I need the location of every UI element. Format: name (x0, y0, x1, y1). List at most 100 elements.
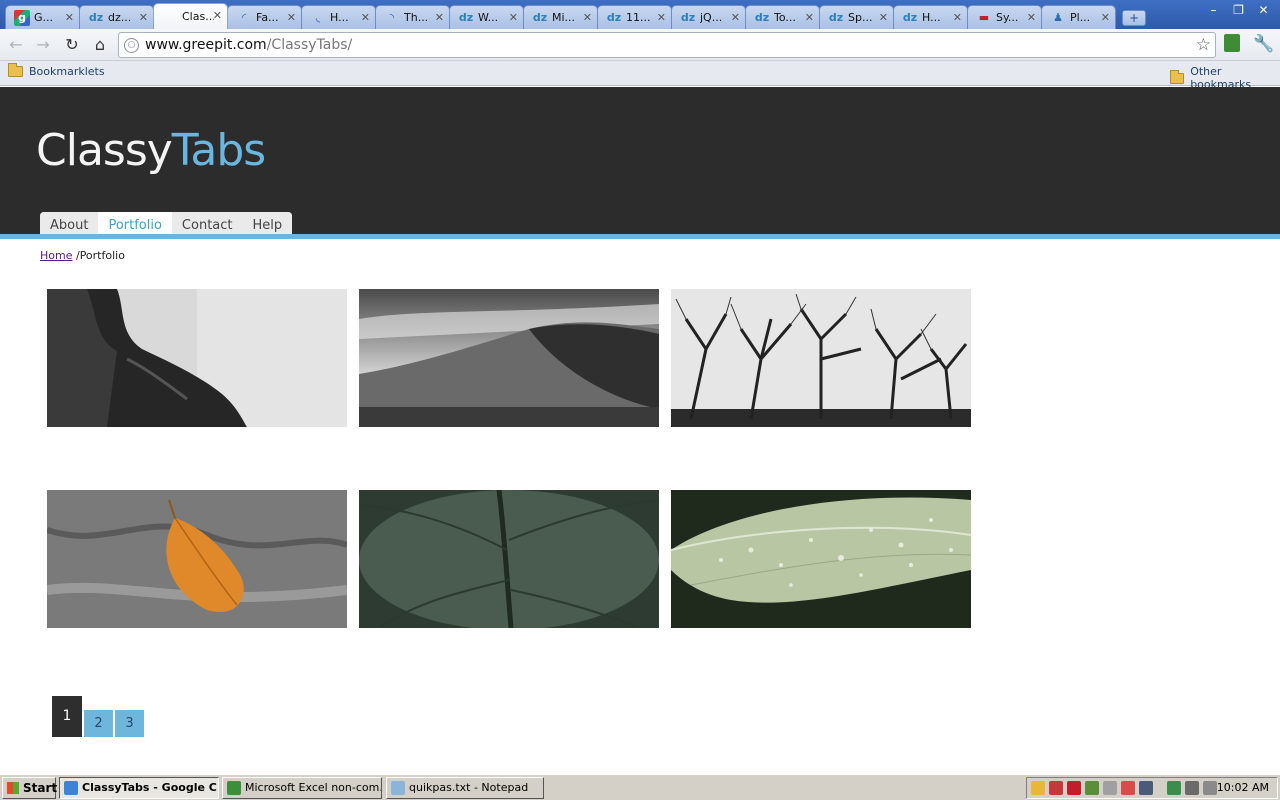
tab-title: jQ... (700, 11, 723, 24)
taskbar-window-button[interactable]: Microsoft Excel non-com... (222, 777, 382, 799)
tab-close-icon[interactable]: ✕ (509, 11, 518, 24)
page-1-button[interactable]: 1 (52, 696, 82, 737)
portfolio-thumb-trees[interactable] (671, 289, 971, 427)
browser-tab[interactable]: ◟ H... ✕ (301, 5, 376, 29)
app-icon (227, 781, 241, 795)
bookmark-star-icon[interactable]: ☆ (1196, 35, 1211, 55)
taskbar-window-button[interactable]: ClassyTabs - Google C... (59, 777, 219, 799)
bookmark-folder-bookmarklets[interactable]: Bookmarklets (8, 63, 105, 78)
tab-close-icon[interactable]: ✕ (361, 11, 370, 24)
dzone-icon: dz (754, 11, 770, 24)
browser-tab[interactable]: dz H... ✕ (893, 5, 968, 29)
dzone-icon: dz (680, 11, 696, 24)
start-button[interactable]: Start (2, 777, 57, 799)
page-2-button[interactable]: 2 (84, 710, 113, 737)
wrench-menu-icon[interactable]: 🔧 (1253, 34, 1274, 54)
tab-close-icon[interactable]: ✕ (879, 11, 888, 24)
browser-tab[interactable]: ▬ Sy... ✕ (967, 5, 1042, 29)
tab-close-icon[interactable]: ✕ (1027, 11, 1036, 24)
tab-title: H... (922, 11, 941, 24)
tab-title: G... (34, 11, 54, 24)
browser-tab[interactable]: dz Sp... ✕ (819, 5, 894, 29)
tab-title: Pl... (1070, 11, 1091, 24)
tab-close-icon[interactable]: ✕ (1101, 11, 1110, 24)
tray-app-icon[interactable] (1167, 781, 1181, 795)
extension-icon[interactable] (1224, 34, 1240, 52)
back-button[interactable]: ← (5, 34, 27, 56)
page-3-button[interactable]: 3 (115, 710, 144, 737)
browser-tab[interactable]: ◝ Th... ✕ (375, 5, 450, 29)
logo-text-blue: Tabs (171, 125, 266, 176)
minimize-icon[interactable]: – (1201, 1, 1226, 19)
browser-tab[interactable]: g G... ✕ (5, 5, 80, 29)
taskbar-window-button[interactable]: quikpas.txt - Notepad (386, 777, 544, 799)
browser-tab[interactable]: dz W... ✕ (449, 5, 524, 29)
window-controls: – ❐ ✕ (1201, 1, 1276, 19)
portfolio-thumb-wet-leaf[interactable] (671, 490, 971, 628)
breadcrumb: Home /Portfolio (40, 249, 125, 262)
tab-title: 11... (626, 11, 651, 24)
browser-tab[interactable]: dz Mi... ✕ (523, 5, 598, 29)
tab-title: dz... (108, 11, 132, 24)
address-bar[interactable]: ○ www.greepit.com/ClassyTabs/ ☆ (118, 32, 1216, 58)
tab-close-icon[interactable]: ✕ (435, 11, 444, 24)
close-window-icon[interactable]: ✕ (1251, 1, 1276, 19)
tab-close-icon[interactable]: ✕ (657, 11, 666, 24)
folder-icon (8, 63, 23, 77)
breadcrumb-current: /Portfolio (75, 249, 125, 262)
breadcrumb-home-link[interactable]: Home (40, 249, 72, 262)
dzone-icon: dz (88, 11, 104, 24)
new-tab-button[interactable]: + (1122, 10, 1146, 26)
tab-title: Sy... (996, 11, 1019, 24)
browser-tab[interactable]: dz 11... ✕ (597, 5, 672, 29)
tray-app-icon[interactable] (1103, 781, 1117, 795)
browser-tab[interactable]: dz dz... ✕ (79, 5, 154, 29)
home-button[interactable]: ⌂ (89, 34, 111, 56)
tab-title: Mi... (552, 11, 576, 24)
tab-close-icon[interactable]: ✕ (731, 11, 740, 24)
browser-tab[interactable]: ◜ Fa... ✕ (227, 5, 302, 29)
restore-icon[interactable]: ❐ (1226, 1, 1251, 19)
tray-monitor-icon[interactable] (1139, 781, 1153, 795)
pagination: 123 (52, 696, 146, 737)
tray-app-icon[interactable] (1049, 781, 1063, 795)
browser-tab-strip: g G... ✕ dz dz... ✕ Clas... ✕ ◜ Fa... ✕ ◟ H... ✕ ◝ Th..… (0, 0, 1280, 29)
tab-close-icon[interactable]: ✕ (213, 9, 222, 22)
system-tray: 10:02 AM (1026, 777, 1278, 799)
tab-close-icon[interactable]: ✕ (805, 11, 814, 24)
forward-button[interactable]: → (32, 34, 54, 56)
portfolio-thumb-statue[interactable] (47, 289, 347, 427)
dzone-icon: dz (606, 11, 622, 24)
tray-app-icon[interactable] (1031, 781, 1045, 795)
logo-text-white: Classy (36, 125, 173, 176)
reload-button[interactable]: ↻ (61, 34, 83, 56)
browser-tab[interactable]: dz To... ✕ (745, 5, 820, 29)
portfolio-thumb-hills[interactable] (359, 289, 659, 427)
tab-title: To... (774, 11, 796, 24)
tray-network-icon[interactable] (1185, 781, 1199, 795)
tab-close-icon[interactable]: ✕ (65, 11, 74, 24)
dzone-icon: dz (828, 11, 844, 24)
portfolio-thumb-leaf[interactable] (47, 490, 347, 628)
taskbar-clock[interactable]: 10:02 AM (1217, 781, 1269, 794)
url-text[interactable]: www.greepit.com/ClassyTabs/ (145, 37, 352, 53)
tray-app-icon[interactable] (1121, 781, 1135, 795)
site-header: ClassyTabs About Portfolio Contact Help (0, 87, 1280, 239)
browser-tab[interactable]: ♟ Pl... ✕ (1041, 5, 1116, 29)
browser-tab[interactable]: Clas... ✕ (153, 3, 228, 29)
tab-close-icon[interactable]: ✕ (953, 11, 962, 24)
tab-close-icon[interactable]: ✕ (583, 11, 592, 24)
site-logo[interactable]: ClassyTabs (36, 125, 266, 176)
portfolio-thumb-dark-leaf[interactable] (359, 490, 659, 628)
page-info-icon[interactable]: ○ (124, 38, 139, 53)
tray-app-icon[interactable] (1085, 781, 1099, 795)
browser-tab[interactable]: dz jQ... ✕ (671, 5, 746, 29)
tray-volume-icon[interactable] (1203, 781, 1217, 795)
nav-underline (0, 234, 1280, 239)
tab-title: Sp... (848, 11, 873, 24)
tab-close-icon[interactable]: ✕ (287, 11, 296, 24)
tab-close-icon[interactable]: ✕ (139, 11, 148, 24)
tray-mcafee-icon[interactable] (1067, 781, 1081, 795)
tab-title: Fa... (256, 11, 279, 24)
loading-icon: ◟ (315, 11, 321, 24)
